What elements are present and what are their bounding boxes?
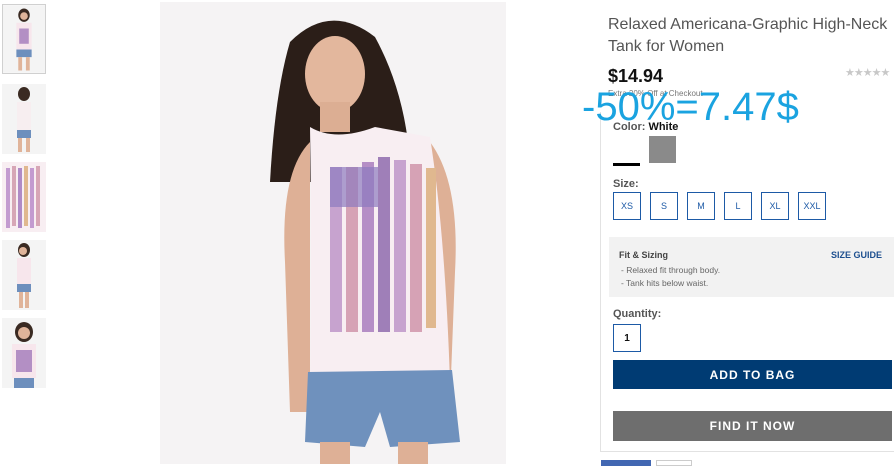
quantity-input[interactable]: 1 — [613, 324, 641, 352]
find-it-now-button[interactable]: FIND IT NOW — [613, 411, 892, 441]
color-label: Color: White — [613, 121, 678, 133]
product-title: Relaxed Americana-Graphic High-Neck Tank… — [608, 14, 894, 58]
quantity-label: Quantity: — [613, 308, 662, 320]
like-count-box — [656, 460, 692, 466]
thumbnail-front[interactable] — [2, 4, 46, 74]
size-option-s[interactable]: S — [650, 192, 678, 220]
add-to-bag-button[interactable]: ADD TO BAG — [613, 360, 892, 389]
swatch-white[interactable] — [613, 136, 640, 166]
size-option-xs[interactable]: XS — [613, 192, 641, 220]
swatch-gray[interactable] — [649, 136, 676, 163]
size-option-l[interactable]: L — [724, 192, 752, 220]
size-option-m[interactable]: M — [687, 192, 715, 220]
fit-note: - Relaxed fit through body. — [621, 265, 721, 275]
fit-sizing-title: Fit & Sizing — [619, 250, 668, 260]
thumbnail-back[interactable] — [2, 84, 46, 154]
main-product-image[interactable] — [160, 2, 506, 464]
product-title-line1: Relaxed Americana-Graphic High-Neck — [608, 16, 888, 33]
thumbnail-detail[interactable] — [2, 162, 46, 232]
product-title-line2: Tank for Women — [608, 38, 725, 55]
color-label-text: Color: — [613, 121, 646, 133]
size-guide-link[interactable]: SIZE GUIDE — [831, 250, 882, 260]
fit-note: - Tank hits below waist. — [621, 278, 709, 288]
thumbnail-closeup[interactable] — [2, 318, 46, 388]
size-option-xl[interactable]: XL — [761, 192, 789, 220]
fit-sizing-box: Fit & Sizing SIZE GUIDE - Relaxed fit th… — [609, 237, 894, 297]
size-label: Size: — [613, 178, 639, 190]
rating-stars-icon[interactable]: ★★★★★ — [845, 66, 890, 79]
size-option-xxl[interactable]: XXL — [798, 192, 826, 220]
facebook-like-button[interactable] — [601, 460, 651, 466]
thumbnail-side[interactable] — [2, 240, 46, 310]
color-selected-value: White — [648, 121, 679, 133]
